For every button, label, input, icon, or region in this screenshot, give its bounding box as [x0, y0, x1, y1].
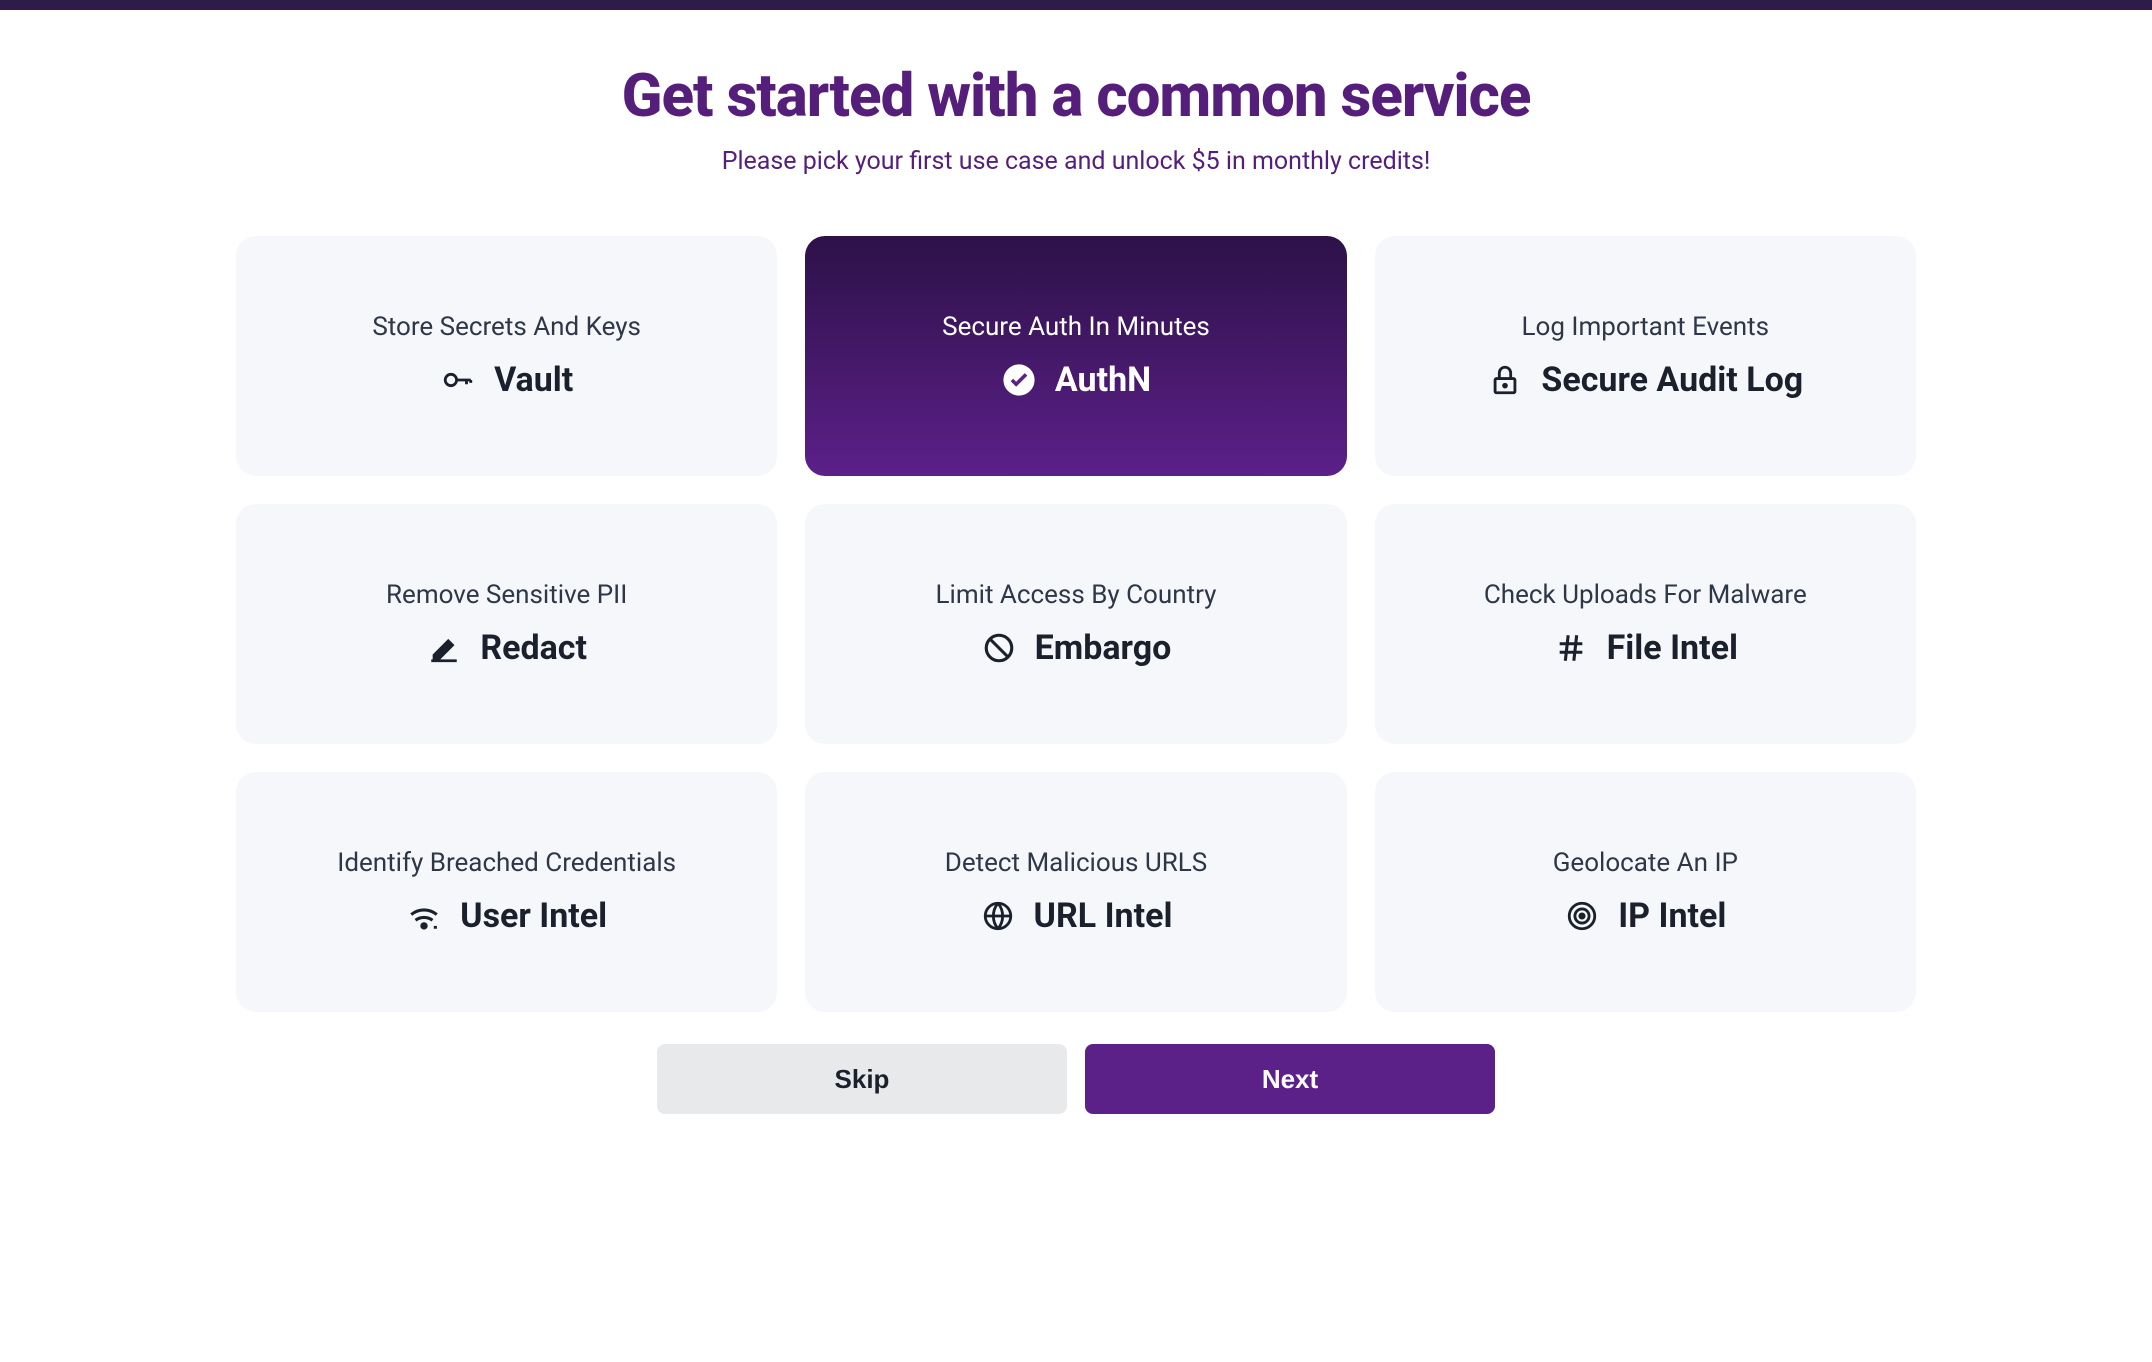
- card-title: URL Intel: [1034, 896, 1173, 936]
- service-card-authn[interactable]: Secure Auth In Minutes AuthN: [805, 236, 1346, 476]
- page-subtitle: Please pick your first use case and unlo…: [236, 147, 1916, 176]
- card-title: Secure Audit Log: [1541, 360, 1803, 400]
- service-card-redact[interactable]: Remove Sensitive PII Redact: [236, 504, 777, 744]
- card-title: IP Intel: [1618, 896, 1726, 936]
- edit-icon: [426, 630, 462, 666]
- service-card-vault[interactable]: Store Secrets And Keys Vault: [236, 236, 777, 476]
- service-card-file-intel[interactable]: Check Uploads For Malware File Intel: [1375, 504, 1916, 744]
- check-circle-icon: [1001, 362, 1037, 398]
- card-subtitle: Limit Access By Country: [936, 580, 1217, 610]
- lock-icon: [1487, 362, 1523, 398]
- globe-icon: [980, 898, 1016, 934]
- card-subtitle: Detect Malicious URLS: [945, 848, 1207, 878]
- card-title: User Intel: [460, 896, 607, 936]
- card-subtitle: Log Important Events: [1522, 312, 1770, 342]
- card-title: Embargo: [1035, 628, 1172, 668]
- page-title: Get started with a common service: [236, 60, 1916, 131]
- card-subtitle: Remove Sensitive PII: [386, 580, 627, 610]
- card-main: IP Intel: [1564, 896, 1726, 936]
- card-title: Redact: [480, 628, 587, 668]
- card-subtitle: Store Secrets And Keys: [372, 312, 641, 342]
- card-title: AuthN: [1055, 360, 1151, 400]
- card-title: Vault: [494, 360, 573, 400]
- card-subtitle: Geolocate An IP: [1553, 848, 1738, 878]
- service-card-audit-log[interactable]: Log Important Events Secure Audit Log: [1375, 236, 1916, 476]
- card-subtitle: Secure Auth In Minutes: [942, 312, 1210, 342]
- service-card-url-intel[interactable]: Detect Malicious URLS URL Intel: [805, 772, 1346, 1012]
- signal-icon: [406, 898, 442, 934]
- card-main: AuthN: [1001, 360, 1151, 400]
- hash-icon: [1553, 630, 1589, 666]
- card-subtitle: Check Uploads For Malware: [1484, 580, 1807, 610]
- card-subtitle: Identify Breached Credentials: [337, 848, 676, 878]
- target-icon: [1564, 898, 1600, 934]
- skip-button[interactable]: Skip: [657, 1044, 1067, 1114]
- service-card-ip-intel[interactable]: Geolocate An IP IP Intel: [1375, 772, 1916, 1012]
- card-main: User Intel: [406, 896, 607, 936]
- block-icon: [981, 630, 1017, 666]
- card-main: Secure Audit Log: [1487, 360, 1803, 400]
- card-main: Redact: [426, 628, 587, 668]
- top-bar: [0, 0, 2152, 10]
- card-main: Embargo: [981, 628, 1172, 668]
- services-grid: Store Secrets And Keys Vault Secure Auth…: [236, 236, 1916, 1012]
- next-button[interactable]: Next: [1085, 1044, 1495, 1114]
- card-main: URL Intel: [980, 896, 1173, 936]
- card-main: File Intel: [1553, 628, 1738, 668]
- button-row: Skip Next: [236, 1044, 1916, 1114]
- service-card-user-intel[interactable]: Identify Breached Credentials User Intel: [236, 772, 777, 1012]
- service-card-embargo[interactable]: Limit Access By Country Embargo: [805, 504, 1346, 744]
- card-main: Vault: [440, 360, 573, 400]
- key-icon: [440, 362, 476, 398]
- header: Get started with a common service Please…: [236, 60, 1916, 176]
- main-container: Get started with a common service Please…: [196, 10, 1956, 1164]
- card-title: File Intel: [1607, 628, 1738, 668]
